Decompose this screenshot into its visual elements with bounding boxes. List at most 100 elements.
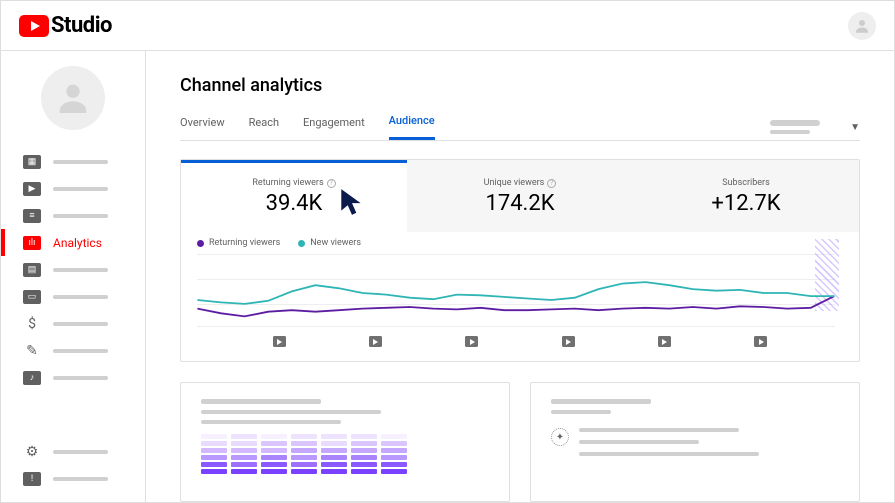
metric-tab-returning-viewers[interactable]: Returning viewers? 39.4K <box>181 160 407 232</box>
play-marker-icon <box>465 336 478 347</box>
metric-tab-subscribers[interactable]: Subscribers +12.7K <box>633 160 859 232</box>
card-watch-time[interactable]: ✦ <box>530 382 860 502</box>
skel-placeholder <box>579 428 739 432</box>
metric-label: Unique viewers? <box>484 178 557 188</box>
analytics-icon: ılı <box>23 236 41 250</box>
legend-dot <box>197 240 204 247</box>
nav-placeholder <box>53 295 108 299</box>
sidebar: ▦ ▶ ≡ ılı Analytics ▤ ▭ $ ✎ ♪ ⚙ ! <box>1 51 146 502</box>
play-marker-icon <box>754 336 767 347</box>
play-marker-icon <box>369 336 382 347</box>
info-icon: ? <box>327 179 336 188</box>
channel-avatar[interactable] <box>41 66 105 130</box>
nav-item-audio[interactable]: ♪ <box>1 364 145 391</box>
metric-value: 174.2K <box>407 191 633 216</box>
card-activity-schedule[interactable] <box>180 382 510 502</box>
play-marker-icon <box>658 336 671 347</box>
metrics-card: Returning viewers? 39.4K Unique viewers?… <box>180 159 860 362</box>
legend-label: New viewers <box>310 238 361 248</box>
logo-text: Studio <box>51 13 112 38</box>
tab-engagement[interactable]: Engagement <box>303 116 365 139</box>
youtube-icon <box>19 15 49 37</box>
legend-label: Returning viewers <box>209 238 280 248</box>
nav-placeholder <box>53 477 108 481</box>
legend-dot <box>298 240 305 247</box>
breakdown-lines <box>579 428 839 462</box>
subtitles-icon: ▭ <box>23 290 41 304</box>
chevron-down-icon[interactable]: ▼ <box>850 122 860 133</box>
metric-tabs: Returning viewers? 39.4K Unique viewers?… <box>181 160 859 232</box>
nav-placeholder <box>53 376 108 380</box>
skel-placeholder <box>579 440 699 444</box>
nav-placeholder <box>53 160 108 164</box>
play-marker-icon <box>273 336 286 347</box>
nav-placeholder <box>53 322 108 326</box>
nav-item-customization[interactable]: ✎ <box>1 337 145 364</box>
person-icon <box>53 78 93 118</box>
skel-placeholder <box>201 399 321 404</box>
date-range-picker[interactable]: ▼ <box>770 120 860 134</box>
skel-placeholder <box>201 420 341 424</box>
audio-icon: ♪ <box>23 371 41 385</box>
metric-label: Returning viewers? <box>252 178 335 188</box>
skel-placeholder <box>770 130 810 134</box>
nav-item-monetization[interactable]: $ <box>1 310 145 337</box>
breakdown-row: ✦ <box>551 428 839 462</box>
skel-placeholder <box>201 410 381 414</box>
line-chart <box>181 254 859 332</box>
tab-reach[interactable]: Reach <box>249 116 279 139</box>
logo[interactable]: Studio <box>19 13 112 38</box>
chart-legend: Returning viewers New viewers <box>181 232 859 254</box>
metric-value: +12.7K <box>633 191 859 216</box>
nav-item-feedback[interactable]: ! <box>1 465 145 492</box>
nav-item-comments[interactable]: ▤ <box>1 256 145 283</box>
play-marker-icon <box>562 336 575 347</box>
tab-audience[interactable]: Audience <box>389 114 435 140</box>
timeline-markers <box>181 332 859 361</box>
legend-item: Returning viewers <box>197 238 280 248</box>
bottom-cards: ✦ <box>180 382 860 502</box>
skel-placeholder <box>551 399 651 404</box>
tabs-row: Overview Reach Engagement Audience ▼ <box>180 114 860 141</box>
page-title: Channel analytics <box>180 75 860 96</box>
top-bar: Studio <box>1 1 894 51</box>
wand-icon: ✎ <box>23 344 41 358</box>
feedback-icon: ! <box>23 472 41 486</box>
nav-item-subtitles[interactable]: ▭ <box>1 283 145 310</box>
legend-item: New viewers <box>298 238 361 248</box>
nav-placeholder <box>53 349 108 353</box>
metric-label: Subscribers <box>722 178 769 188</box>
nav-placeholder <box>53 214 108 218</box>
playlist-icon: ≡ <box>23 209 41 223</box>
person-icon <box>853 17 871 35</box>
chart-area <box>181 254 859 332</box>
tab-overview[interactable]: Overview <box>180 116 225 139</box>
comments-icon: ▤ <box>23 263 41 277</box>
heatmap-bars <box>201 434 489 474</box>
nav: ▦ ▶ ≡ ılı Analytics ▤ ▭ $ ✎ ♪ <box>1 148 145 438</box>
main-content: Channel analytics Overview Reach Engagem… <box>146 51 894 502</box>
skel-placeholder <box>579 452 759 456</box>
star-icon: ✦ <box>551 428 569 446</box>
skel-placeholder <box>551 410 611 414</box>
skel-placeholder <box>770 120 820 126</box>
content-icon: ▶ <box>23 182 41 196</box>
nav-bottom: ⚙ ! <box>1 438 145 502</box>
nav-item-content[interactable]: ▶ <box>1 175 145 202</box>
nav-item-settings[interactable]: ⚙ <box>1 438 145 465</box>
nav-placeholder <box>53 450 108 454</box>
nav-item-playlists[interactable]: ≡ <box>1 202 145 229</box>
nav-placeholder <box>53 187 108 191</box>
nav-item-dashboard[interactable]: ▦ <box>1 148 145 175</box>
dashboard-icon: ▦ <box>23 155 41 169</box>
nav-placeholder <box>53 268 108 272</box>
metric-value: 39.4K <box>181 191 407 216</box>
info-icon: ? <box>547 179 556 188</box>
account-avatar[interactable] <box>848 12 876 40</box>
nav-label-analytics: Analytics <box>53 236 102 250</box>
dollar-icon: $ <box>23 317 41 331</box>
cursor-icon <box>339 187 365 217</box>
gear-icon: ⚙ <box>23 445 41 459</box>
nav-item-analytics[interactable]: ılı Analytics <box>1 229 145 256</box>
metric-tab-unique-viewers[interactable]: Unique viewers? 174.2K <box>407 160 633 232</box>
